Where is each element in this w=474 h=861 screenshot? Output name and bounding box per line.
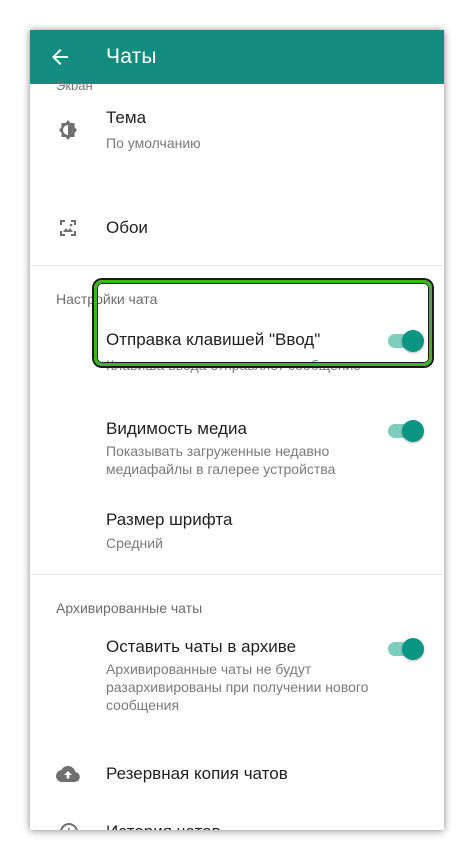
wallpaper-title: Обои xyxy=(106,218,148,237)
media-visibility-toggle[interactable] xyxy=(386,420,424,442)
keep-archived-toggle[interactable] xyxy=(386,638,424,660)
toggle-thumb xyxy=(402,638,424,660)
font-size-value: Средний xyxy=(106,535,163,551)
theme-title: Тема xyxy=(106,108,147,127)
theme-value: По умолчанию xyxy=(106,135,201,151)
toggle-thumb xyxy=(402,420,424,442)
app-bar: Чаты xyxy=(30,30,444,84)
theme-setting[interactable]: Тема По умолчанию xyxy=(30,94,444,166)
enter-send-toggle[interactable] xyxy=(386,330,424,352)
enter-send-title: Отправка клавишей "Ввод" xyxy=(106,330,321,349)
divider xyxy=(30,265,444,266)
chat-history-title: История чатов xyxy=(106,822,221,830)
brightness-icon xyxy=(56,118,80,142)
arrow-back-icon xyxy=(52,49,68,65)
font-size-title: Размер шрифта xyxy=(106,510,233,529)
settings-list: Экран Тема По умолчанию Обои Настройки ч… xyxy=(30,78,444,830)
keep-archived-setting[interactable]: Оставить чаты в архиве Архивированные ча… xyxy=(30,632,444,722)
page-title: Чаты xyxy=(106,45,157,68)
wallpaper-icon xyxy=(56,216,80,240)
media-visibility-title: Видимость медиа xyxy=(106,419,247,438)
font-size-setting[interactable]: Размер шрифта Средний xyxy=(30,504,444,564)
enter-send-subtitle: Клавиша ввода отправляет сообщение xyxy=(106,357,362,373)
back-button[interactable] xyxy=(30,30,90,84)
keep-archived-subtitle: Архивированные чаты не будут разархивиро… xyxy=(106,661,369,713)
cloud-upload-icon xyxy=(56,762,80,786)
chat-backup-title: Резервная копия чатов xyxy=(106,764,288,783)
enter-send-setting[interactable]: Отправка клавишей "Ввод" Клавиша ввода о… xyxy=(30,322,444,394)
media-visibility-subtitle: Показывать загруженные недавно медиафайл… xyxy=(106,443,336,477)
section-header-archived: Архивированные чаты xyxy=(56,600,203,616)
section-header-chat-settings: Настройки чата xyxy=(56,291,158,307)
media-visibility-setting[interactable]: Видимость медиа Показывать загруженные н… xyxy=(30,414,444,486)
wallpaper-setting[interactable]: Обои xyxy=(30,200,444,254)
divider xyxy=(30,574,444,575)
toggle-thumb xyxy=(402,330,424,352)
phone-screen: Чаты Экран Тема По умолчанию Обои Настро… xyxy=(30,30,444,830)
chat-history-setting[interactable]: История чатов xyxy=(30,806,444,830)
chat-backup-setting[interactable]: Резервная копия чатов xyxy=(30,748,444,802)
section-header-display: Экран xyxy=(56,78,93,90)
history-icon xyxy=(56,820,80,830)
keep-archived-title: Оставить чаты в архиве xyxy=(106,637,297,656)
